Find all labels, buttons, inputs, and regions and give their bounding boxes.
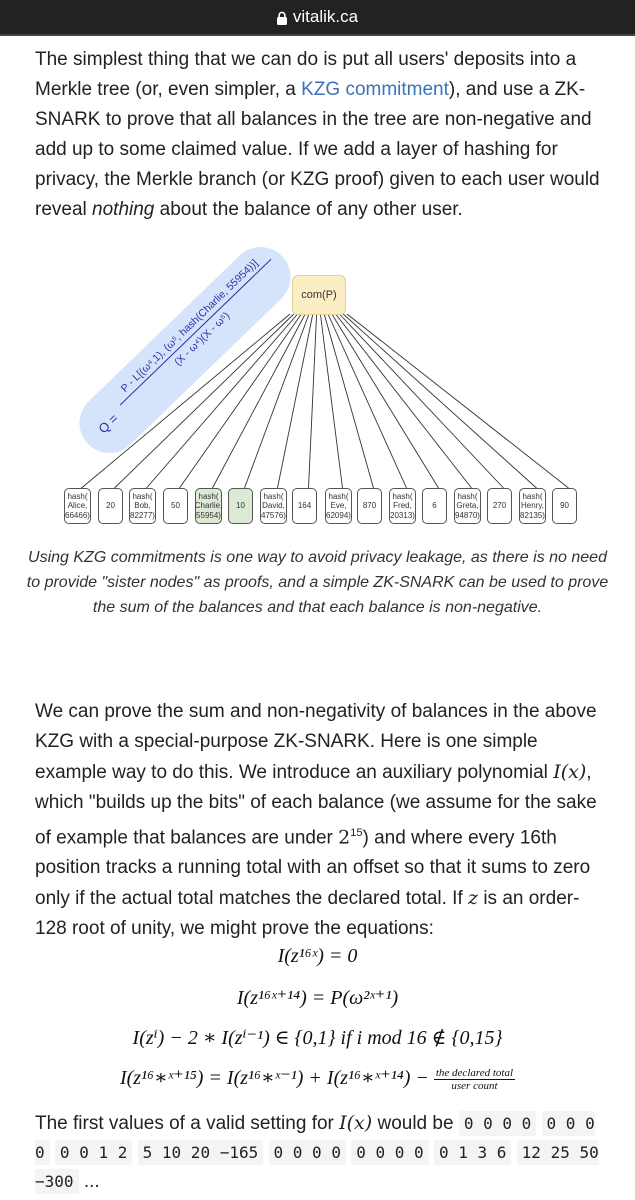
leaf-label: 90: [560, 501, 569, 511]
leaf-label: hash( Greta, 94870): [455, 491, 480, 520]
value-group: 0 0 0 0: [458, 1111, 537, 1136]
leaf-node: hash( Eve, 62094): [325, 488, 352, 524]
equation-4: I(z¹⁶∗ˣ⁺¹⁵) = I(z¹⁶∗ˣ⁻¹) + I(z¹⁶∗ˣ⁺¹⁴) −…: [119, 1066, 516, 1092]
tree-edge: [277, 313, 314, 489]
quotient-formula: Q = P - L[(ω⁴,1), (ω⁵, hash(Charlie, 559…: [67, 234, 303, 466]
value-group: 0 0 0 0: [351, 1140, 429, 1165]
leaf-label: hash( Alice, 66466): [65, 491, 90, 520]
figure-caption: Using KZG commitments is one way to avoi…: [26, 549, 609, 616]
tree-edge: [339, 313, 504, 489]
leaf-node: hash( Alice, 66466): [64, 488, 91, 524]
leaf-node: hash( Henry, 82135): [519, 488, 546, 524]
value-group: 0 0 0 0: [268, 1140, 346, 1165]
leaf-node: 6: [422, 488, 447, 524]
leaf-node: hash( Charlie, 55954): [195, 488, 222, 524]
lock-icon: [276, 11, 287, 25]
value-group: 5 10 20 −165: [137, 1140, 264, 1165]
tree-edge: [244, 313, 310, 489]
leaf-label: 870: [362, 501, 377, 511]
tree-edge: [323, 313, 374, 489]
equation-2: I(z¹⁶ˣ⁺¹⁴) = P(ω²ˣ⁺¹): [236, 987, 399, 1009]
tree-edge: [346, 313, 569, 489]
leaf-node: 164: [292, 488, 317, 524]
leaf-label: 6: [432, 501, 437, 511]
leaf-label: 10: [236, 501, 245, 511]
declared-total-fraction: the declared total user count: [433, 1066, 516, 1092]
kzg-commitment-link[interactable]: KZG commitment: [301, 79, 449, 100]
leaf-label: hash( Bob, 82277): [130, 491, 155, 520]
leaf-node: hash( David, 47576): [260, 488, 287, 524]
leaf-node: 10: [228, 488, 253, 524]
root-node-com-p: com(P): [292, 275, 346, 315]
leaf-label: hash( David, 47576): [261, 491, 286, 520]
tree-edge: [342, 313, 537, 489]
tree-edge: [319, 313, 343, 489]
quotient-numerator: P - L[(ω⁴,1), (ω⁵, hash(Charlie, 55954))…: [109, 248, 272, 406]
leaf-node: 270: [487, 488, 512, 524]
tree-edge: [327, 313, 407, 489]
value-group: 0 1 3 6: [433, 1140, 512, 1165]
equation-1: I(z¹⁶ˣ) = 0: [277, 945, 358, 967]
leaf-label: 50: [171, 501, 180, 511]
value-group: 0 0 1 2: [54, 1140, 133, 1165]
tree-edge: [331, 313, 439, 489]
leaf-label: 270: [492, 501, 507, 511]
leaf-label: hash( Henry, 82135): [520, 491, 545, 520]
equation-3: I(zⁱ) − 2 ∗ I(zⁱ⁻¹) ∈ {0,1} if i mod 16 …: [132, 1027, 503, 1049]
leaf-node: 90: [552, 488, 577, 524]
leaf-node: 870: [357, 488, 382, 524]
leaf-node: 50: [163, 488, 188, 524]
url-text: vitalik.ca: [292, 7, 359, 26]
tree-edge: [335, 313, 472, 489]
leaf-node: hash( Fred, 20313): [389, 488, 416, 524]
tree-edge: [308, 313, 318, 489]
leaf-node: 20: [98, 488, 123, 524]
browser-url-bar[interactable]: vitalik.ca: [0, 0, 635, 36]
body-paragraph: We can prove the sum and non-negativity …: [35, 701, 597, 940]
leaf-label: hash( Charlie, 55954): [194, 491, 223, 520]
leaf-label: 164: [297, 501, 312, 511]
leaf-label: hash( Eve, 62094): [326, 491, 351, 520]
values-paragraph: The first values of a valid setting for …: [35, 1111, 599, 1194]
leaf-label: hash( Fred, 20313): [390, 491, 415, 520]
leaf-node: hash( Greta, 94870): [454, 488, 481, 524]
intro-paragraph: The simplest thing that we can do is put…: [35, 49, 600, 220]
quotient-denominator: (X - ω⁴)(X - ω⁵): [172, 309, 233, 369]
leaf-node: hash( Bob, 82277): [129, 488, 156, 524]
leaf-label: 20: [106, 501, 115, 511]
